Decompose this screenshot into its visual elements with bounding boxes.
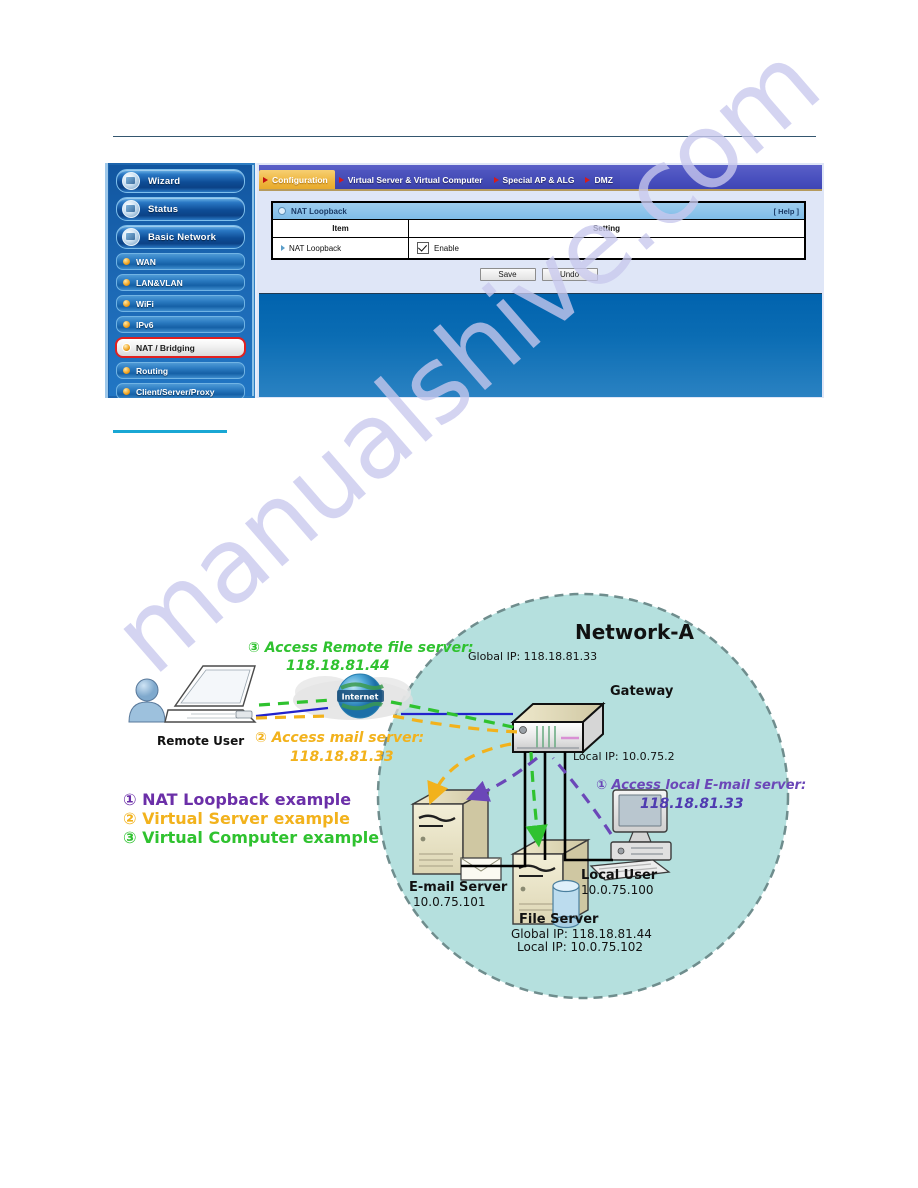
sidebar-item-basic-network[interactable]: Basic Network xyxy=(116,225,245,249)
flow-2-label-line1: ② Access mail server: xyxy=(255,730,425,746)
legend-item-2: ② Virtual Server example xyxy=(123,809,350,828)
card-title: NAT Loopback xyxy=(291,206,347,216)
sidebar-item-label: Status xyxy=(148,203,179,215)
header-divider xyxy=(113,136,816,137)
sidebar-item-wizard[interactable]: Wizard xyxy=(116,169,245,193)
flow-2-label-line2: 118.18.81.33 xyxy=(290,749,394,765)
chevron-right-icon xyxy=(585,176,591,183)
bullet-icon xyxy=(123,367,130,374)
remote-user-label: Remote User xyxy=(157,734,245,748)
table-header-row: Item Setting xyxy=(273,220,804,238)
card-header: NAT Loopback [ Help ] xyxy=(273,203,804,220)
sidebar-item-lan-vlan[interactable]: LAN&VLAN xyxy=(116,274,245,291)
flow-1-label-line1: ① Access local E-mail server: xyxy=(596,778,807,793)
tab-dmz[interactable]: DMZ xyxy=(581,170,620,189)
flow-1-label-line2: 118.18.81.33 xyxy=(640,796,744,812)
email-server-label: E-mail Server xyxy=(409,880,508,895)
gateway-global-ip: Global IP: 118.18.81.33 xyxy=(468,650,598,663)
sidebar-item-ipv6[interactable]: IPv6 xyxy=(116,316,245,333)
flow-3-label-line1: ③ Access Remote file server: xyxy=(248,640,474,656)
internet-cloud: Internet xyxy=(293,673,413,720)
bullet-icon xyxy=(278,207,286,215)
sidebar-item-client-server-proxy[interactable]: Client/Server/Proxy xyxy=(116,383,245,398)
gateway-node xyxy=(510,701,606,755)
checkbox-label: Enable xyxy=(434,243,459,253)
column-header-setting: Setting xyxy=(592,224,621,233)
row-label-cell: NAT Loopback xyxy=(273,238,409,258)
legend-item-3: ③ Virtual Computer example xyxy=(123,828,380,847)
sidebar-item-routing[interactable]: Routing xyxy=(116,362,245,379)
svg-text:Internet: Internet xyxy=(342,693,379,702)
sidebar-item-nat-bridging[interactable]: NAT / Bridging xyxy=(115,337,246,358)
wand-icon xyxy=(122,172,140,190)
network-a-label: Network-A xyxy=(575,620,695,644)
flow-3-label-line2: 118.18.81.44 xyxy=(286,658,390,674)
gateway-label: Gateway xyxy=(610,684,674,699)
sidebar-item-label: LAN&VLAN xyxy=(136,277,183,288)
row-setting-cell: Enable xyxy=(409,238,804,258)
local-user-ip: 10.0.75.100 xyxy=(581,883,654,897)
chevron-right-icon xyxy=(493,176,499,183)
file-server-global-ip: Global IP: 118.18.81.44 xyxy=(511,927,652,941)
table-row: NAT Loopback Enable xyxy=(273,238,804,258)
sidebar-item-wan[interactable]: WAN xyxy=(116,253,245,270)
nat-loopback-network-diagram: Internet Network-A Global IP: 118.18.81.… xyxy=(113,592,813,1000)
section-underline xyxy=(113,430,227,433)
bullet-icon xyxy=(123,258,130,265)
tab-special-ap-alg[interactable]: Special AP & ALG xyxy=(489,170,582,189)
chevron-right-icon xyxy=(338,176,344,183)
sidebar-item-wifi[interactable]: WiFi xyxy=(116,295,245,312)
sidebar-item-label: Client/Server/Proxy xyxy=(136,386,215,397)
sidebar-item-label: Wizard xyxy=(148,175,181,187)
router-admin-ui: Wizard Status Basic Network WAN LAN&VLAN… xyxy=(105,163,824,398)
sidebar-item-label: Basic Network xyxy=(148,231,217,243)
nat-loopback-enable-checkbox[interactable] xyxy=(417,242,429,254)
gateway-local-ip: Local IP: 10.0.75.2 xyxy=(573,750,675,763)
help-link[interactable]: [ Help ] xyxy=(774,207,799,216)
bullet-icon xyxy=(123,388,130,395)
file-server-label: File Server xyxy=(519,912,599,927)
chevron-right-icon xyxy=(281,245,285,251)
bullet-icon xyxy=(123,321,130,328)
save-button[interactable]: Save xyxy=(479,268,536,281)
globe-icon xyxy=(122,228,140,246)
sidebar-item-label: WAN xyxy=(136,256,156,267)
chevron-right-icon xyxy=(263,176,268,183)
nat-loopback-card: NAT Loopback [ Help ] Item Setting NAT L… xyxy=(271,201,806,260)
tab-label: Special AP & ALG xyxy=(502,174,575,185)
column-header-item: Item xyxy=(273,220,409,237)
bullet-icon xyxy=(123,344,130,351)
content-area: Configuration Virtual Server & Virtual C… xyxy=(257,163,824,398)
tab-virtual-server-virtual-computer[interactable]: Virtual Server & Virtual Computer xyxy=(334,170,490,189)
sidebar-item-label: IPv6 xyxy=(136,319,154,330)
sidebar-item-label: NAT / Bridging xyxy=(136,342,195,353)
chart-icon xyxy=(122,200,140,218)
content-background xyxy=(259,293,822,397)
form-actions: Save Undo xyxy=(271,268,806,281)
file-server-local-ip: Local IP: 10.0.75.102 xyxy=(517,940,644,954)
remote-user-node xyxy=(128,665,257,723)
legend-item-1: ① NAT Loopback example xyxy=(123,790,352,809)
row-label: NAT Loopback xyxy=(289,243,342,253)
sidebar-item-label: WiFi xyxy=(136,298,154,309)
email-server-ip: 10.0.75.101 xyxy=(413,895,486,909)
bullet-icon xyxy=(123,279,130,286)
sidebar: Wizard Status Basic Network WAN LAN&VLAN… xyxy=(105,163,255,398)
local-user-label: Local User xyxy=(581,868,658,883)
tab-label: DMZ xyxy=(594,174,613,185)
sidebar-item-status[interactable]: Status xyxy=(116,197,245,221)
undo-button[interactable]: Undo xyxy=(541,268,598,281)
sidebar-item-label: Routing xyxy=(136,365,169,376)
tabbar: Configuration Virtual Server & Virtual C… xyxy=(259,165,822,191)
bullet-icon xyxy=(123,300,130,307)
tab-label: Virtual Server & Virtual Computer xyxy=(347,174,483,185)
tab-configuration[interactable]: Configuration xyxy=(259,170,335,189)
tab-label: Configuration xyxy=(272,174,328,185)
